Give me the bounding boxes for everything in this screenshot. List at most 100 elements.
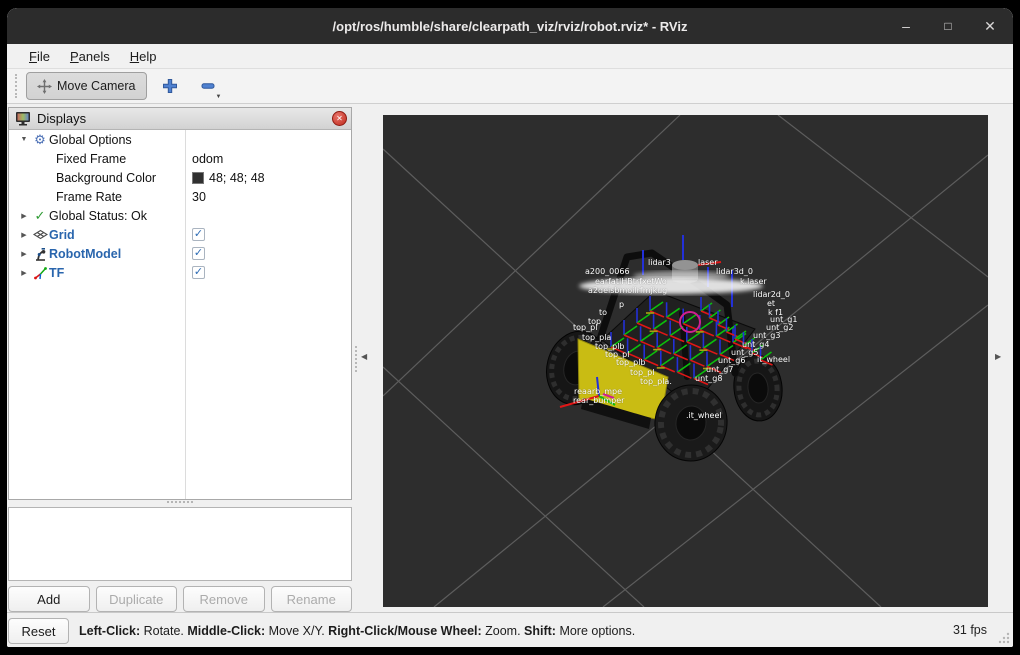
row-label: TF <box>49 265 65 280</box>
duplicate-button: Duplicate <box>95 586 177 612</box>
displays-tree: ▼ ⚙ Global Options Fixed Frame odom Back… <box>9 130 351 499</box>
expander-icon[interactable]: ▼ <box>17 136 31 143</box>
menubar: File Panels Help <box>7 44 1013 69</box>
panel-splitter-handle[interactable] <box>167 501 193 503</box>
move-camera-button[interactable]: Move Camera <box>26 72 147 100</box>
row-label: RobotModel <box>49 246 122 261</box>
tf-frame-label: top_pl <box>630 368 655 377</box>
displays-panel-title: Displays <box>37 111 87 126</box>
collapse-right-icon[interactable]: ▶ <box>995 352 1001 361</box>
tf-frame-label: to <box>599 308 608 317</box>
displays-panel-header[interactable]: Displays ✕ <box>9 108 351 130</box>
tf-frame-label: unt_g3 <box>753 331 781 340</box>
tf-frame-label: rear_bumper <box>573 396 625 405</box>
robotmodel-checkbox[interactable]: ✓ <box>192 247 205 260</box>
minus-icon <box>201 83 214 89</box>
tree-row-global-options[interactable]: ▼ ⚙ Global Options <box>9 130 351 149</box>
remove-tool-button[interactable]: ▼ <box>193 72 223 100</box>
tree-row-tf[interactable]: ▶ TF ✓ <box>9 263 351 282</box>
tf-frame-label: k.laser <box>740 277 767 286</box>
right-splitter[interactable]: ▶ <box>988 104 1012 612</box>
display-description-box <box>8 507 352 581</box>
displays-panel-icon <box>16 112 30 126</box>
tool-dropdown-caret-icon: ▼ <box>215 94 222 100</box>
expander-icon[interactable]: ▶ <box>17 250 31 258</box>
displays-buttons: Add Duplicate Remove Rename <box>8 586 352 612</box>
expander-icon[interactable]: ▶ <box>17 212 31 220</box>
panel-close-icon[interactable]: ✕ <box>332 111 347 126</box>
tf-frame-label: top_plb <box>616 358 646 367</box>
add-button[interactable]: Add <box>8 586 90 612</box>
tree-row-robotmodel[interactable]: ▶ RobotModel ✓ <box>9 244 351 263</box>
titlebar: /opt/ros/humble/share/clearpath_viz/rviz… <box>7 8 1013 44</box>
tf-frame-label: unt_g7 <box>706 365 734 374</box>
tf-frame-label: lidar3 <box>648 258 671 267</box>
property-value[interactable]: 30 <box>192 190 206 204</box>
plus-icon <box>162 79 177 93</box>
row-label: Global Options <box>49 132 132 147</box>
close-icon[interactable]: ✕ <box>981 18 999 35</box>
tree-row-background-color[interactable]: Background Color 48; 48; 48 <box>9 168 351 187</box>
3d-viewport[interactable]: lidar3 laser a200_0066 lidar3d_0 earfatlHBtr… <box>383 115 988 607</box>
move-camera-label: Move Camera <box>57 79 136 93</box>
statusbar: Reset Left-Click: Rotate. Middle-Click: … <box>7 612 1013 647</box>
robotmodel-display-icon <box>31 247 49 261</box>
tf-frame-label: reaarb_mpe <box>574 387 622 396</box>
tree-row-global-status[interactable]: ▶ ✓ Global Status: Ok <box>9 206 351 225</box>
tf-frame-label: laser <box>698 258 718 267</box>
property-name: Background Color <box>56 170 157 185</box>
menu-help[interactable]: Help <box>120 47 167 66</box>
tf-frame-labels: lidar3 laser a200_0066 lidar3d_0 earfatlHBtr… <box>383 115 988 607</box>
tf-frame-label: a2deisbmoilrfmjkug <box>588 286 668 295</box>
tree-row-grid[interactable]: ▶ Grid ✓ <box>9 225 351 244</box>
tf-frame-label: et <box>767 299 776 308</box>
tree-row-fixed-frame[interactable]: Fixed Frame odom <box>9 149 351 168</box>
rviz-window: /opt/ros/humble/share/clearpath_viz/rviz… <box>7 8 1013 647</box>
tf-frame-label: lidar2d_0 <box>753 290 790 299</box>
tf-frame-label: top_pla. <box>640 377 672 386</box>
row-label: Global Status: Ok <box>49 208 147 223</box>
statusbar-help: Left-Click: Rotate. Middle-Click: Move X… <box>79 624 636 638</box>
property-value[interactable]: odom <box>192 152 223 166</box>
tf-frame-label: earfatlHBtrfxetWo <box>595 277 667 286</box>
left-splitter[interactable]: ◀ <box>352 104 383 612</box>
tf-frame-label: a200_0066 <box>585 267 630 276</box>
tf-frame-label: it_wheel <box>757 355 791 364</box>
maximize-icon[interactable]: □ <box>939 19 957 33</box>
expander-icon[interactable]: ▶ <box>17 269 31 277</box>
grid-checkbox[interactable]: ✓ <box>192 228 205 241</box>
menu-panels[interactable]: Panels <box>60 47 120 66</box>
property-name: Fixed Frame <box>56 151 127 166</box>
tf-frame-label: top_pla <box>582 333 612 342</box>
fps-counter: 31 fps <box>952 623 987 637</box>
tf-frame-label: p <box>619 300 625 309</box>
property-name: Frame Rate <box>56 189 122 204</box>
status-ok-icon: ✓ <box>34 207 46 223</box>
reset-button[interactable]: Reset <box>8 618 69 644</box>
window-title: /opt/ros/humble/share/clearpath_viz/rviz… <box>332 18 688 34</box>
tree-row-frame-rate[interactable]: Frame Rate 30 <box>9 187 351 206</box>
move-camera-icon <box>37 78 52 94</box>
resize-grip[interactable] <box>996 630 1010 644</box>
splitter-dots <box>355 346 357 372</box>
toolbar-handle[interactable] <box>15 74 21 98</box>
minimize-icon[interactable]: – <box>897 18 915 34</box>
menu-file[interactable]: File <box>19 47 60 66</box>
tf-frame-label: top_pl <box>573 323 598 332</box>
tf-frame-label: unt_g8 <box>695 374 723 383</box>
property-value[interactable]: 48; 48; 48 <box>209 171 265 185</box>
gear-icon: ⚙ <box>34 132 46 147</box>
collapse-left-icon[interactable]: ◀ <box>361 352 367 361</box>
tf-checkbox[interactable]: ✓ <box>192 266 205 279</box>
tf-frame-label: lidar3d_0 <box>716 267 753 276</box>
expander-icon[interactable]: ▶ <box>17 231 31 239</box>
tf-frame-label: .it_wheel <box>686 411 722 420</box>
tf-display-icon <box>31 266 49 280</box>
remove-button: Remove <box>183 586 265 612</box>
row-label: Grid <box>49 227 75 242</box>
color-swatch <box>192 171 204 184</box>
tf-frame-label: unt_g6 <box>718 356 746 365</box>
rename-button: Rename <box>270 586 352 612</box>
add-tool-button[interactable] <box>155 72 185 100</box>
toolbar: Move Camera ▼ <box>7 69 1013 104</box>
